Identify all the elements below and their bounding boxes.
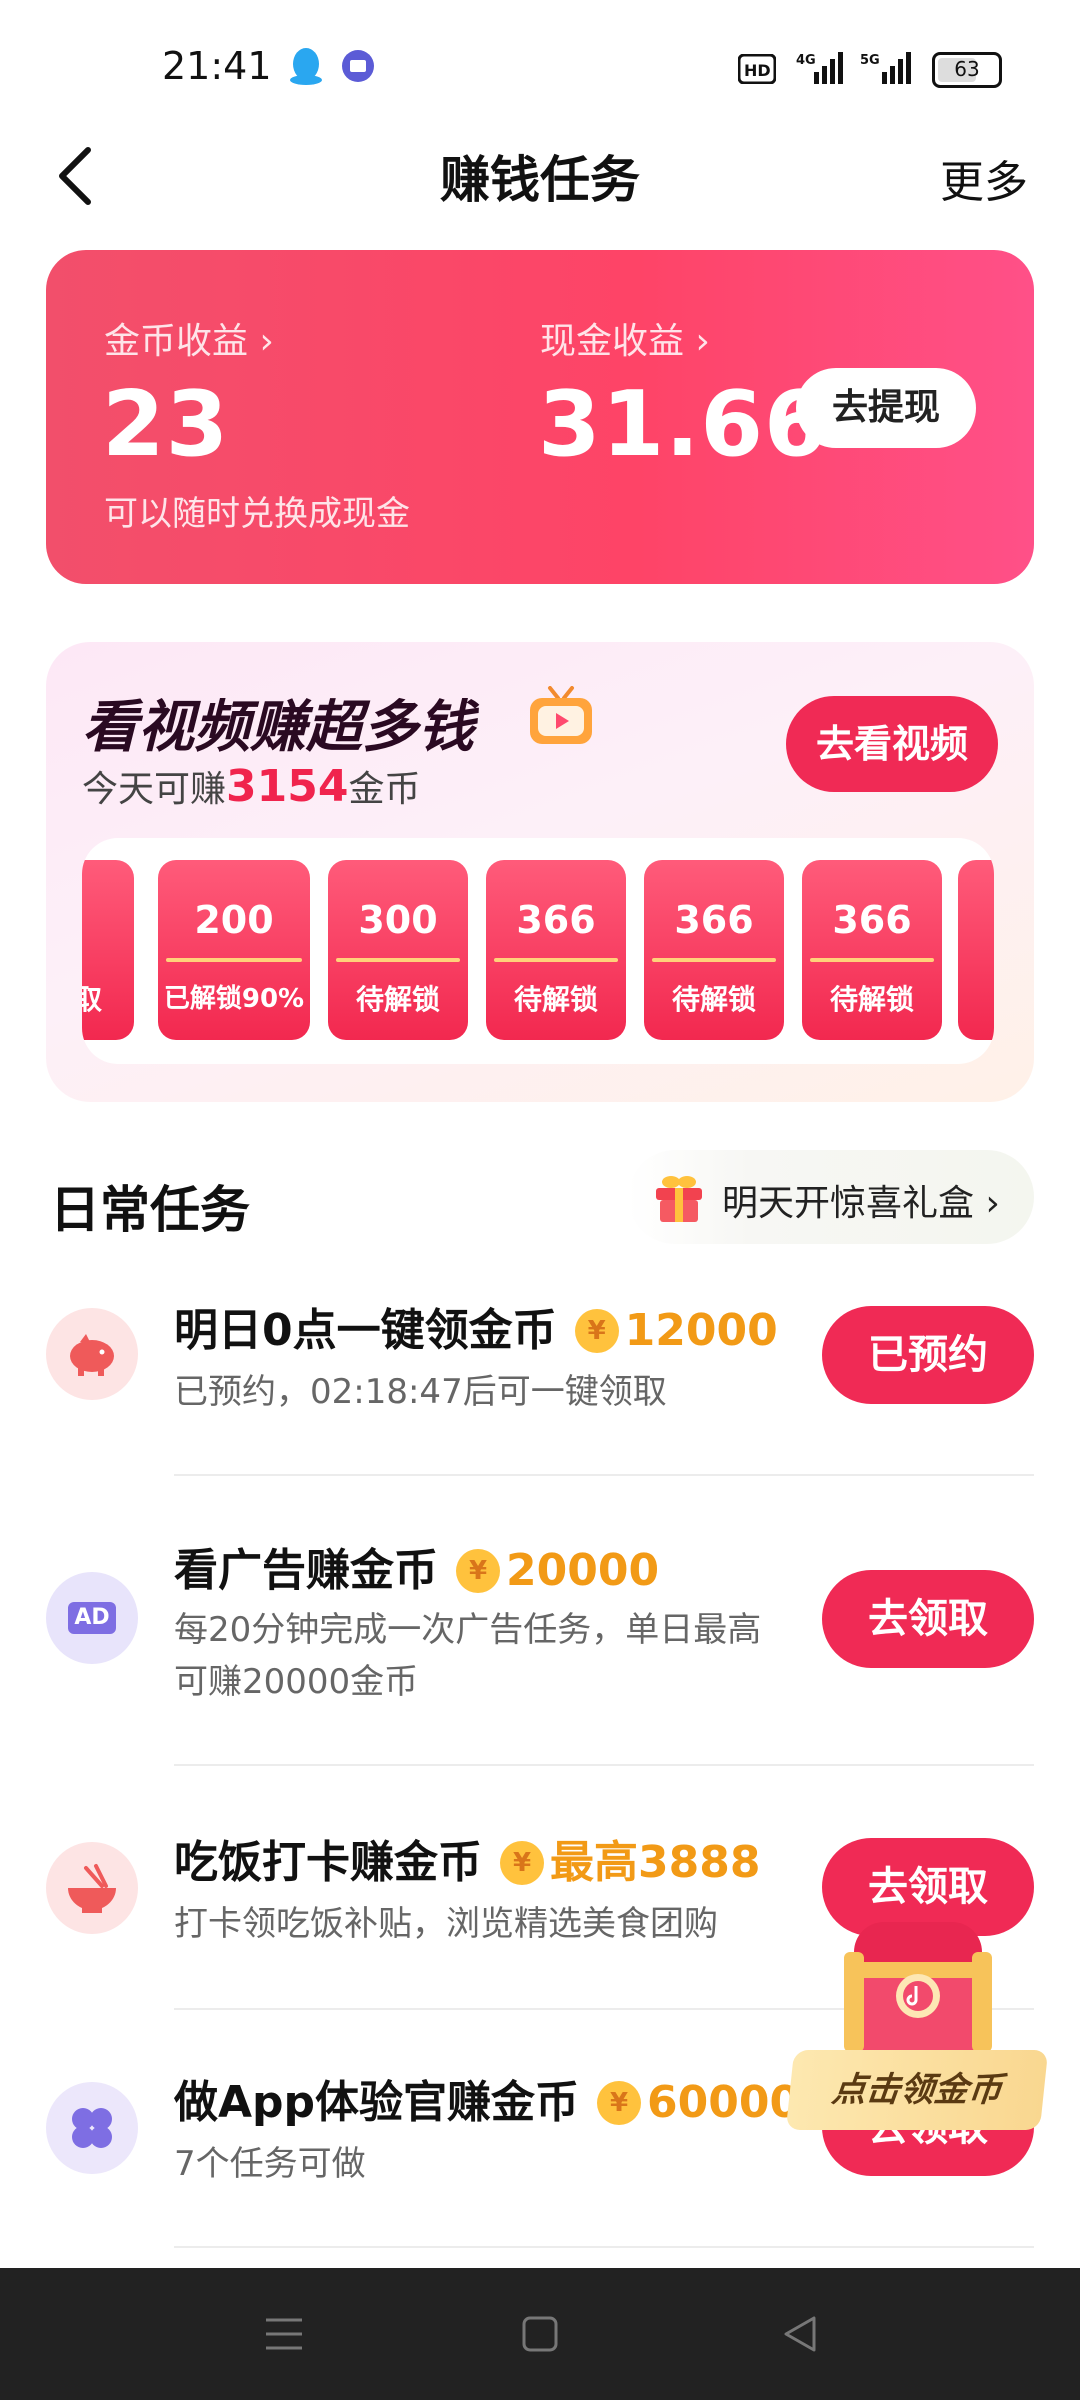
claim-button[interactable]: 去领取 <box>822 1570 1034 1668</box>
task-reward: 最高3888 <box>550 1837 761 1888</box>
task-desc: 7个任务可做 <box>174 2144 366 2184</box>
reward-tiles-track[interactable]: 取 200 已解锁90% 300 待解锁 366 待解锁 366 待解锁 366 待解锁 <box>82 838 994 1064</box>
coin-icon: ¥ <box>597 2081 642 2125</box>
surprise-gift-label: 明天开惊喜礼盒 › <box>722 1183 1000 1224</box>
coin-earnings-link[interactable]: 金币收益 › <box>104 312 274 364</box>
coin-icon: ¥ <box>500 1841 544 1885</box>
svg-text:5G: 5G <box>860 53 880 68</box>
video-earn-amount: 3154 <box>226 761 349 812</box>
coin-earnings-value: 23 <box>102 372 230 477</box>
task-desc: 打卡领吃饭补贴，浏览精选美食团购 <box>174 1904 718 1944</box>
task-title: 明日0点一键领金币 ¥12000 <box>174 1305 778 1356</box>
rice-bowl-icon <box>46 1842 138 1934</box>
cash-earnings-value: 31.66 <box>538 372 828 477</box>
more-button[interactable]: 更多 <box>940 146 1028 210</box>
tieba-icon <box>342 50 374 82</box>
battery-icon: 63 <box>932 52 1002 88</box>
system-nav-bar <box>0 2268 1080 2400</box>
svg-text:HD: HD <box>744 61 771 80</box>
reward-tile: 366 待解锁 <box>802 860 942 1040</box>
task-reward: 60000 <box>647 2077 801 2128</box>
coin-icon: ¥ <box>456 1549 500 1593</box>
claim-coins-float-label[interactable]: 点击领金币 <box>785 2050 1049 2130</box>
piggy-bank-icon <box>46 1308 138 1400</box>
menu-icon[interactable] <box>264 2314 304 2354</box>
task-desc: 已预约，02:18:47后可一键领取 <box>174 1372 667 1412</box>
reward-tile: 300 待解锁 <box>328 860 468 1040</box>
task-title: 做App体验官赚金币 ¥60000 <box>174 2077 801 2128</box>
battery-level: 63 <box>954 57 980 81</box>
home-icon[interactable] <box>522 2314 558 2354</box>
svg-text:4G: 4G <box>796 53 816 68</box>
daily-tasks-title: 日常任务 <box>50 1181 250 1239</box>
gift-icon <box>656 1176 702 1222</box>
tv-icon <box>530 686 592 744</box>
hd-icon: HD <box>738 54 776 84</box>
divider <box>174 1474 1034 1476</box>
coin-earnings-note: 可以随时兑换成现金 <box>104 494 410 534</box>
surprise-gift-button[interactable]: 明天开惊喜礼盒 › <box>628 1150 1034 1244</box>
divider <box>174 1764 1034 1766</box>
video-card-subtitle: 今天可赚3154金币 <box>82 761 421 812</box>
task-title: 吃饭打卡赚金币 ¥ 最高3888 <box>174 1837 761 1888</box>
task-desc: 每20分钟完成一次广告任务，单日最高可赚20000金币 <box>174 1610 762 1702</box>
video-card-title: 看视频赚超多钱 <box>82 695 474 760</box>
reward-tile: 200 已解锁90% <box>158 860 310 1040</box>
back-nav-icon[interactable] <box>780 2314 820 2354</box>
divider <box>174 2246 1034 2248</box>
coin-icon: ¥ <box>574 1309 619 1353</box>
watch-video-button[interactable]: 去看视频 <box>786 696 998 792</box>
reward-tile: 366 待解锁 <box>486 860 626 1040</box>
withdraw-button[interactable]: 去提现 <box>796 368 976 448</box>
task-title: 看广告赚金币 ¥20000 <box>174 1545 660 1596</box>
task-reward: 12000 <box>624 1305 778 1356</box>
reward-tile: 366 待解锁 <box>644 860 784 1040</box>
cash-earnings-link[interactable]: 现金收益 › <box>540 312 710 364</box>
reward-tile-partial <box>958 860 994 1040</box>
task-reward: 20000 <box>506 1545 660 1596</box>
status-bar: 21:41 HD 4G 5G 63 <box>0 0 1080 130</box>
video-earn-card: 看视频赚超多钱 今天可赚3154金币 去看视频 取 200 已解锁90% 300 待… <box>46 642 1034 1102</box>
reward-tile-partial: 取 <box>82 860 134 1040</box>
reserved-button[interactable]: 已预约 <box>822 1306 1034 1404</box>
clover-icon <box>46 2082 138 2174</box>
status-time: 21:41 <box>162 44 272 88</box>
page-title: 赚钱任务 <box>440 151 640 209</box>
signal-5g-icon: 5G <box>860 52 911 84</box>
qq-icon <box>290 48 322 85</box>
signal-4g-icon: 4G <box>796 52 843 84</box>
earnings-card: 金币收益 › 23 可以随时兑换成现金 现金收益 › 31.66 去提现 <box>46 250 1034 584</box>
ad-icon: AD <box>46 1572 138 1664</box>
